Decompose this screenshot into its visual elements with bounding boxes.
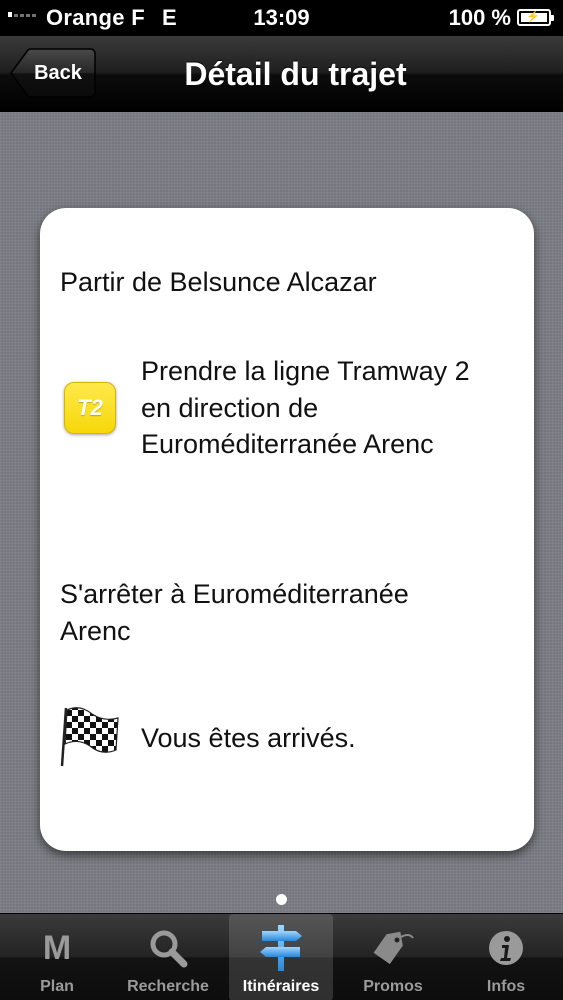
search-icon [116, 922, 220, 974]
price-tag-icon [341, 922, 445, 974]
step-stop-1: S'arrêter à Euroméditerranée [60, 579, 409, 609]
tab-plan[interactable]: M Plan [5, 914, 109, 1000]
status-bar: Orange F E 13:09 100 % ⚡ [0, 0, 563, 36]
tab-promos[interactable]: Promos [341, 914, 445, 1000]
content-area: Partir de Belsunce Alcazar T2 Prendre la… [0, 113, 563, 913]
tab-infos-label: Infos [486, 978, 526, 995]
tab-recherche[interactable]: Recherche [116, 914, 220, 1000]
navigation-bar: Back Détail du trajet [0, 36, 563, 112]
tab-promos-label: Promos [363, 978, 423, 995]
step-take-line-2: en direction de [141, 393, 319, 423]
step-arrival: Vous êtes arrivés. [141, 723, 356, 753]
tab-plan-label: Plan [40, 978, 74, 995]
info-icon [454, 922, 558, 974]
step-take-line-3: Euroméditerranée Arenc [141, 429, 434, 459]
battery-percent: 100 % [448, 5, 511, 30]
battery-icon: ⚡ [517, 9, 554, 26]
step-stop-2: Arenc [60, 616, 131, 646]
page-indicator-dot[interactable] [276, 894, 287, 905]
tab-itineraires-label: Itinéraires [242, 978, 320, 995]
tab-bar: M Plan Recherche Itinéraires Promos Info… [0, 913, 563, 1000]
itinerary-card: Partir de Belsunce Alcazar T2 Prendre la… [40, 208, 534, 851]
tab-infos[interactable]: Infos [454, 914, 558, 1000]
page-title: Détail du trajet [184, 56, 407, 92]
step-take-line-1: Prendre la ligne Tramway 2 [141, 356, 470, 386]
tab-itineraires[interactable]: Itinéraires [229, 914, 333, 1000]
tab-recherche-label: Recherche [127, 978, 209, 995]
m-letter-icon: M [42, 928, 72, 967]
checkered-flag-icon [60, 707, 119, 767]
step-depart: Partir de Belsunce Alcazar [60, 267, 377, 297]
signpost-icon [229, 922, 333, 974]
tramway-line-badge: T2 [64, 382, 116, 434]
